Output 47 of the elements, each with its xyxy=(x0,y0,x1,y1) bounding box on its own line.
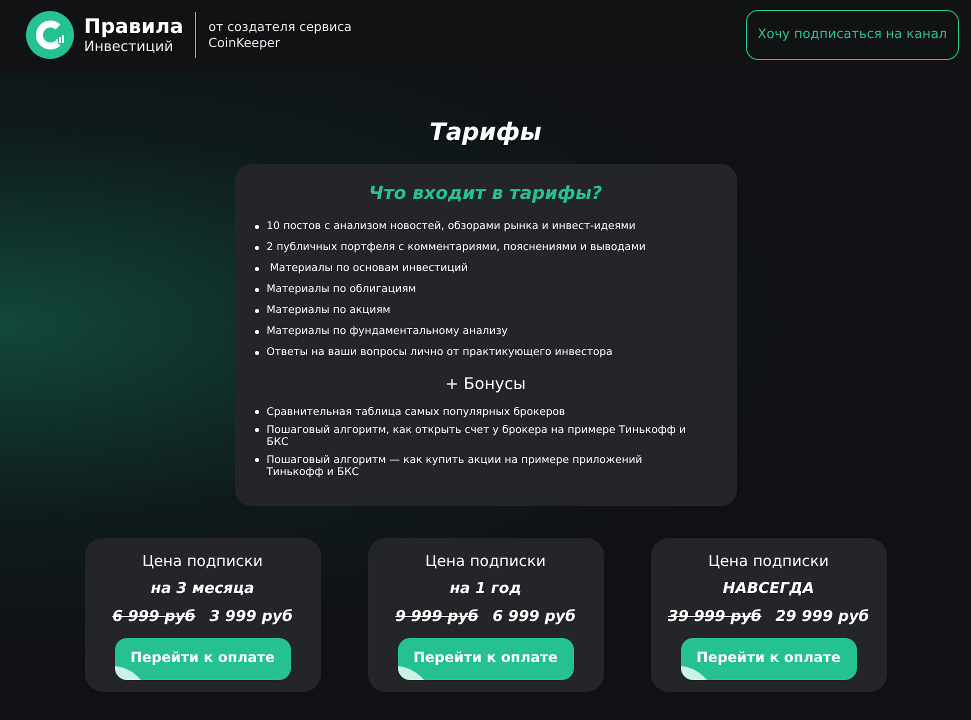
pay-button[interactable]: Перейти к оплате xyxy=(398,638,574,680)
corner-decoration-icon xyxy=(114,666,140,680)
tagline-brand: CoinKeeper xyxy=(208,35,281,51)
bullet-icon xyxy=(254,458,258,462)
price: 29 999 руб xyxy=(776,606,870,627)
pay-button[interactable]: Перейти к оплате xyxy=(680,638,856,680)
bonus-item: Пошаговый алгоритм — как купить акции на примере приложений Тинькофф и БКС xyxy=(266,454,644,478)
price: 6 999 руб xyxy=(492,606,576,627)
logo-title: Правила xyxy=(84,14,184,39)
bullet-icon xyxy=(254,225,258,229)
pay-button[interactable]: Перейти к оплате xyxy=(114,638,290,680)
bullet-icon xyxy=(254,246,258,250)
old-price: 39 999 руб xyxy=(668,606,762,627)
bullet-icon xyxy=(254,410,258,414)
bonus-heading: + Бонусы xyxy=(444,373,527,395)
plan-title: Цена подписки xyxy=(142,551,263,572)
plan-period: на 1 год xyxy=(450,578,522,598)
feature-item: 2 публичных портфеля с комментариями, пояснениями и выводами xyxy=(266,240,646,255)
feature-item: 10 постов с анализом новостей, обзорами рынка и инвест-идеями xyxy=(266,219,636,234)
features-heading: Что входит в тарифы? xyxy=(368,182,604,206)
plan-title: Цена подписки xyxy=(708,551,829,572)
feature-item: Материалы по облигациям xyxy=(266,282,416,297)
feature-item: Материалы по основам инвестиций xyxy=(268,261,468,276)
bullet-icon xyxy=(254,428,258,432)
tagline: от создателя сервиса xyxy=(208,19,352,35)
plan-title: Цена подписки xyxy=(425,551,546,572)
bonus-item: Сравнительная таблица самых популярных брокеров xyxy=(266,406,566,418)
bullet-icon xyxy=(254,288,258,292)
old-price: 9 999 руб xyxy=(395,606,478,627)
page-title: Тарифы xyxy=(428,117,543,148)
feature-item: Ответы на ваши вопросы лично от практикующего инвестора xyxy=(266,345,613,360)
corner-decoration-icon xyxy=(398,666,424,680)
subscribe-button[interactable]: Хочу подписаться на канал xyxy=(746,10,959,60)
price: 3 999 руб xyxy=(210,606,293,627)
bullet-icon xyxy=(254,309,258,313)
plan-period: НАВСЕГДА xyxy=(722,578,814,598)
corner-decoration-icon xyxy=(680,666,706,680)
old-price: 6 999 руб xyxy=(112,606,196,627)
feature-item: Материалы по акциям xyxy=(266,303,390,318)
bullet-icon xyxy=(254,330,258,334)
logo-icon xyxy=(26,11,74,59)
bullet-icon xyxy=(254,351,258,355)
bullet-icon xyxy=(254,267,258,271)
plan-period: на 3 месяца xyxy=(150,578,254,598)
logo-subtitle: Инвестиций xyxy=(84,38,174,56)
bonus-item: Пошаговый алгоритм, как открыть счет у брокера на примере Тинькофф и БКС xyxy=(266,424,687,448)
feature-item: Материалы по фундаментальному анализу xyxy=(266,324,508,339)
